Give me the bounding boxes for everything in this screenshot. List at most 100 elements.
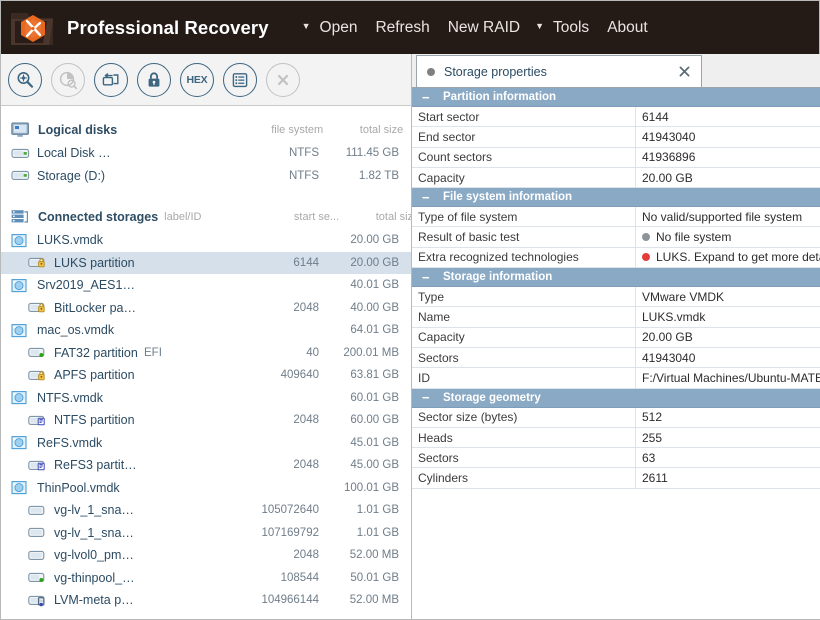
property-key: Capacity: [412, 327, 636, 347]
property-row: Capacity 20.00 GB: [412, 327, 820, 348]
list-item[interactable]: ThinPool.vmdk 100.01 GB: [1, 477, 411, 500]
disk-copy-button[interactable]: [94, 62, 128, 97]
minus-icon[interactable]: −: [422, 91, 438, 104]
section-header[interactable]: − Storage information: [412, 268, 820, 288]
value-total-size: 1.82 TB: [358, 169, 399, 182]
value-total-size: 52.00 MB: [349, 594, 399, 607]
menu-item-tools[interactable]: Tools: [544, 15, 598, 41]
list-item[interactable]: vg-thinpool_tdata (... 108544 50.01 GB: [1, 567, 411, 590]
close-storage-button: [266, 62, 300, 97]
tab-bar: Storage properties: [412, 54, 820, 88]
list-item[interactable]: Local Disk (C:) NTFS 111.45 GB: [1, 142, 411, 165]
list-item[interactable]: LVM-meta partition 104966144 52.00 MB: [1, 589, 411, 612]
stack-storage-icon: [11, 209, 30, 225]
list-item[interactable]: mac_os.vmdk 64.01 GB: [1, 319, 411, 342]
list-item-values: NTFS 111.45 GB: [113, 147, 399, 159]
property-value-cell: 20.00 GB: [636, 168, 820, 187]
menu-item-open[interactable]: Open: [311, 15, 367, 41]
left-panel: HEX Logical disks file system total size…: [1, 54, 412, 619]
value-total-size: 60.01 GB: [350, 391, 399, 404]
list-item-label: FAT32 partition: [54, 345, 138, 360]
value-total-size: 100.01 GB: [344, 481, 399, 494]
property-value: 2611: [642, 471, 668, 486]
section-header[interactable]: − Partition information: [412, 88, 820, 107]
property-value: 41936896: [642, 150, 696, 165]
list-item-values: 45.01 GB: [138, 437, 399, 449]
property-value: No valid/supported file system: [642, 209, 803, 224]
list-item-label: Srv2019_AES128_E...: [37, 278, 138, 293]
fat-partition-icon: [28, 570, 49, 585]
property-value: No file system: [656, 230, 732, 245]
group-header-connected-storages[interactable]: Connected storages label/ID start se... …: [1, 205, 411, 229]
property-value-cell: LUKS.vmdk: [636, 307, 820, 326]
menu-item-about[interactable]: About: [598, 15, 657, 41]
menu-caret-open[interactable]: ▼: [296, 22, 311, 31]
property-row: Heads 255: [412, 427, 820, 449]
property-row: Result of basic test No file system: [412, 227, 820, 248]
minus-icon[interactable]: −: [422, 191, 438, 204]
section-header[interactable]: − Storage geometry: [412, 388, 820, 408]
minus-icon[interactable]: −: [422, 391, 438, 404]
col-start-sector: start se...: [293, 211, 340, 223]
list-item-label: Storage (D:): [37, 168, 106, 183]
list-item-label: vg-thinpool_tdata (...: [54, 570, 138, 585]
property-value-cell: No valid/supported file system: [636, 207, 820, 226]
property-value: 20.00 GB: [642, 170, 693, 185]
value-total-size: 1.01 GB: [356, 526, 399, 539]
hex-editor-button[interactable]: HEX: [180, 62, 214, 97]
list-item[interactable]: LUKS.vmdk 20.00 GB: [1, 229, 411, 252]
list-item[interactable]: vg-lv_1_snap1 parti... 105072640 1.01 GB: [1, 499, 411, 522]
vmdk-disk-icon: [11, 233, 32, 248]
list-item[interactable]: vg-lv_1_snap2 parti... 107169792 1.01 GB: [1, 522, 411, 545]
list-item[interactable]: vg-lvol0_pmspare p... 2048 52.00 MB: [1, 544, 411, 567]
list-item[interactable]: ReFS3 partition 2048 45.00 GB: [1, 454, 411, 477]
plain-partition-icon: [28, 525, 49, 540]
close-icon[interactable]: [675, 63, 693, 81]
plain-partition-icon: [28, 503, 49, 518]
list-item[interactable]: ReFS.vmdk 45.01 GB: [1, 432, 411, 455]
list-item-label: mac_os.vmdk: [37, 323, 115, 338]
list-item[interactable]: FAT32 partition EFI 40 200.01 MB: [1, 342, 411, 365]
property-row: Sector size (bytes) 512: [412, 407, 820, 428]
property-row: Sectors 41943040: [412, 347, 820, 369]
properties-table: − Partition information Start sector 6144 En…: [412, 88, 820, 619]
menu-item-new-raid[interactable]: New RAID: [439, 15, 529, 41]
property-value: 41943040: [642, 129, 696, 144]
monitor-icon: [11, 122, 30, 138]
value-file-system: NTFS: [288, 147, 319, 160]
list-item-label: LVM-meta partition: [54, 593, 138, 608]
value-total-size: 111.45 GB: [345, 147, 399, 160]
property-key: Sectors: [412, 448, 636, 468]
minus-icon[interactable]: −: [422, 271, 438, 284]
list-item-values: EFI 40 200.01 MB: [138, 347, 399, 359]
property-value-cell: No file system: [636, 227, 820, 246]
tab-status-dot-icon: [427, 67, 435, 76]
connected-storages-columns: label/ID start se... total size: [158, 211, 411, 223]
tab-storage-properties[interactable]: Storage properties: [416, 55, 702, 87]
property-row: End sector 41943040: [412, 127, 820, 148]
menu-item-refresh[interactable]: Refresh: [366, 15, 438, 41]
section-header[interactable]: − File system information: [412, 188, 820, 208]
value-start-sector: 104966144: [261, 594, 319, 607]
list-item[interactable]: BitLocker partition 2048 40.00 GB: [1, 297, 411, 320]
list-item[interactable]: Srv2019_AES128_E... 40.01 GB: [1, 274, 411, 297]
value-start-sector: 105072640: [261, 504, 319, 517]
property-row: Sectors 63: [412, 448, 820, 469]
list-item[interactable]: NTFS.vmdk 60.01 GB: [1, 387, 411, 410]
menu-caret-tools[interactable]: ▼: [529, 22, 544, 31]
group-header-logical-disks[interactable]: Logical disks file system total size: [1, 118, 411, 142]
list-item[interactable]: Storage (D:) NTFS 1.82 TB: [1, 165, 411, 188]
property-key: Count sectors: [412, 147, 636, 167]
list-item[interactable]: LUKS partition 6144 20.00 GB: [1, 251, 411, 274]
storage-tree[interactable]: Logical disks file system total size Loc…: [1, 106, 411, 619]
list-item[interactable]: NTFS partition 2048 60.00 GB: [1, 409, 411, 432]
property-value: VMware VMDK: [642, 289, 725, 304]
list-view-button[interactable]: [223, 62, 257, 97]
lock-button[interactable]: [137, 62, 171, 97]
list-item[interactable]: APFS partition 409640 63.81 GB: [1, 364, 411, 387]
status-dot-icon: [642, 253, 650, 262]
property-value-cell: LUKS. Expand to get more details.: [636, 248, 820, 267]
scan-button[interactable]: [8, 62, 42, 97]
ntfs-partition-icon: [28, 458, 49, 473]
